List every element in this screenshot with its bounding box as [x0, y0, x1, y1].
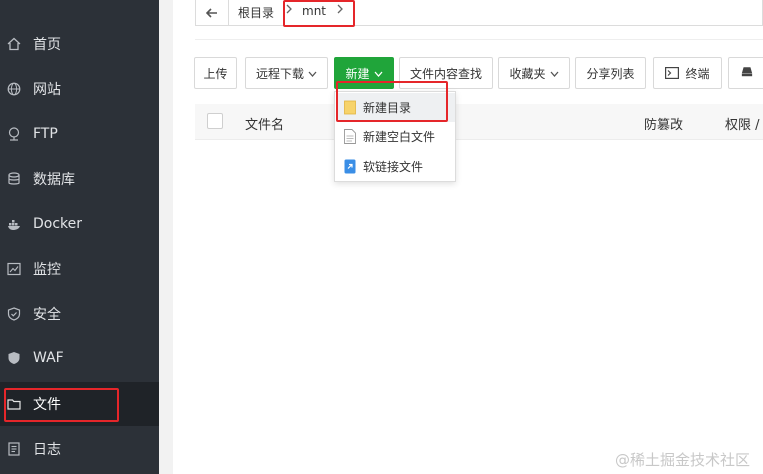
sidebar-item-label: 网站 [33, 82, 61, 98]
content-gutter [159, 0, 173, 474]
menu-item-new-file[interactable]: 新建空白文件 [336, 122, 455, 151]
breadcrumb-mnt[interactable]: mnt [302, 4, 326, 18]
favorites-label: 收藏夹 [509, 66, 546, 81]
menu-item-label: 新建空白文件 [363, 130, 436, 144]
chevron-down-icon [304, 66, 317, 80]
content-search-button[interactable]: 文件内容查找 [399, 57, 493, 89]
globe-icon [7, 82, 21, 96]
column-header-filename[interactable]: 文件名 [245, 114, 284, 133]
ftp-icon [7, 127, 21, 141]
folder-icon [344, 100, 356, 115]
breadcrumb: 根目录 mnt [195, 0, 763, 26]
disk-button[interactable] [728, 57, 763, 89]
sidebar-item-database[interactable]: 数据库 [0, 157, 159, 201]
waf-shield-icon [7, 351, 21, 365]
remote-download-button[interactable]: 远程下载 [245, 57, 328, 89]
new-label: 新建 [345, 66, 370, 81]
sidebar-item-security[interactable]: 安全 [0, 292, 159, 336]
divider [195, 39, 763, 40]
shield-icon [7, 307, 21, 321]
chevron-right-icon [336, 3, 346, 15]
menu-item-new-folder[interactable]: 新建目录 [336, 93, 455, 122]
share-list-label: 分享列表 [586, 66, 635, 81]
upload-button[interactable]: 上传 [194, 57, 237, 89]
sidebar-item-files[interactable]: 文件 [0, 382, 159, 426]
sidebar-item-monitor[interactable]: 监控 [0, 247, 159, 291]
chevron-right-icon [285, 3, 295, 15]
remote-download-label: 远程下载 [255, 66, 304, 81]
menu-item-label: 新建目录 [363, 101, 412, 115]
new-button[interactable]: 新建 [334, 57, 394, 89]
sidebar-item-label: FTP [33, 126, 58, 142]
file-table-header: 文件名 防篡改 权限 / [195, 104, 763, 140]
folder-icon [7, 397, 21, 411]
sidebar-item-home[interactable]: 首页 [0, 22, 159, 66]
back-button[interactable] [196, 0, 229, 25]
sidebar-item-label: 数据库 [33, 172, 75, 188]
home-icon [7, 37, 21, 51]
sidebar-item-label: 安全 [33, 307, 61, 323]
favorites-button[interactable]: 收藏夹 [498, 57, 570, 89]
share-list-button[interactable]: 分享列表 [575, 57, 646, 89]
terminal-label: 终端 [685, 66, 710, 81]
upload-label: 上传 [203, 66, 228, 81]
log-icon [7, 442, 21, 456]
menu-item-label: 软链接文件 [363, 160, 424, 174]
disk-icon [741, 66, 753, 80]
sidebar-item-label: 文件 [33, 397, 61, 413]
sidebar-item-label: 首页 [33, 37, 61, 53]
breadcrumb-root[interactable]: 根目录 [238, 4, 274, 21]
select-all-checkbox[interactable] [207, 113, 223, 129]
sidebar-item-label: Docker [33, 216, 83, 232]
docker-icon [7, 217, 21, 231]
chevron-down-icon [546, 66, 559, 80]
monitor-icon [7, 262, 21, 276]
arrow-left-icon [206, 7, 217, 18]
sidebar-item-label: WAF [33, 350, 64, 366]
sidebar-item-label: 监控 [33, 262, 61, 278]
column-header-permission[interactable]: 权限 / [725, 114, 760, 133]
sidebar-item-ftp[interactable]: FTP [0, 112, 159, 156]
new-dropdown-menu: 新建目录 新建空白文件 软链接文件 [334, 91, 456, 182]
menu-item-symlink-file[interactable]: 软链接文件 [336, 152, 455, 181]
file-icon [344, 129, 356, 144]
terminal-button[interactable]: 终端 [653, 57, 722, 89]
sidebar: 1111111111111 6 首页 网站 FTP 数据库 Docker [0, 0, 159, 474]
database-icon [7, 172, 21, 186]
file-manager-panel: 根目录 mnt 上传 远程下载 新建 文件内容查找 收藏夹 分享列表 终端 文件… [173, 0, 763, 474]
sidebar-item-logs[interactable]: 日志 [0, 427, 159, 471]
sidebar-item-label: 日志 [33, 442, 61, 458]
sidebar-item-waf[interactable]: WAF [0, 336, 159, 380]
link-file-icon [344, 159, 356, 174]
brand: 1111111111111 6 [0, 0, 159, 10]
watermark: @稀土掘金技术社区 [615, 451, 751, 469]
terminal-icon [665, 67, 680, 79]
column-header-tamper[interactable]: 防篡改 [644, 114, 683, 133]
chevron-down-icon [370, 66, 383, 80]
content-search-label: 文件内容查找 [409, 66, 482, 81]
sidebar-item-docker[interactable]: Docker [0, 202, 159, 246]
sidebar-item-website[interactable]: 网站 [0, 67, 159, 111]
